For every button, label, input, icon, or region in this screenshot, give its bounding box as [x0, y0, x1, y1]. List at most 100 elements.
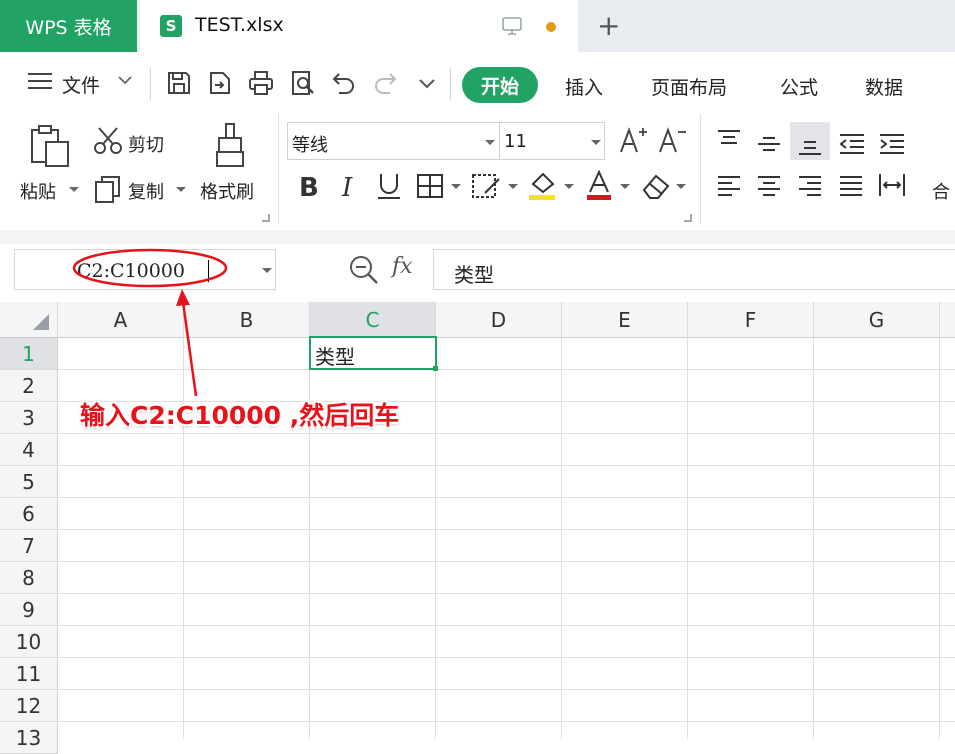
decrease-indent-icon[interactable]	[838, 132, 866, 156]
name-box[interactable]: C2:C10000	[14, 249, 276, 290]
tab-insert[interactable]: 插入	[565, 73, 603, 100]
align-center-icon[interactable]	[756, 174, 782, 198]
row-header-10[interactable]: 10	[0, 626, 58, 658]
insert-function-button[interactable]: fx	[392, 254, 413, 279]
file-menu[interactable]: 文件	[62, 71, 100, 98]
column-header-e[interactable]: E	[562, 302, 688, 338]
column-header-c[interactable]: C	[310, 302, 436, 338]
increase-indent-icon[interactable]	[878, 132, 906, 156]
active-cell-c1[interactable]: 类型	[309, 336, 437, 370]
bold-icon[interactable]: B	[297, 172, 321, 200]
app-tab[interactable]: WPS 表格	[0, 0, 137, 52]
tab-formulas[interactable]: 公式	[780, 73, 818, 100]
hamburger-icon[interactable]	[28, 72, 52, 90]
align-middle-icon[interactable]	[756, 134, 782, 158]
italic-icon[interactable]: I	[340, 172, 360, 200]
merge-button[interactable]: 合	[932, 178, 950, 204]
row-header-8[interactable]: 8	[0, 562, 58, 594]
svg-text:I: I	[341, 173, 353, 200]
customize-dropdown-icon[interactable]	[418, 78, 436, 90]
column-header-g[interactable]: G	[814, 302, 940, 338]
chevron-down-icon[interactable]	[117, 74, 133, 86]
font-name-dropdown-icon[interactable]	[485, 140, 495, 145]
redo-icon[interactable]	[372, 70, 398, 96]
clear-format-dropdown-icon[interactable]	[676, 184, 686, 189]
align-top-icon[interactable]	[716, 128, 742, 152]
column-header-h[interactable]	[940, 302, 955, 338]
row-header-9[interactable]: 9	[0, 594, 58, 626]
gridline	[58, 561, 955, 562]
column-header-d[interactable]: D	[436, 302, 562, 338]
paste-icon[interactable]	[28, 124, 72, 168]
font-size-dropdown-icon[interactable]	[591, 140, 601, 145]
column-header-b[interactable]: B	[184, 302, 310, 338]
fill-handle[interactable]	[433, 366, 438, 371]
row-header-12[interactable]: 12	[0, 690, 58, 722]
copy-icon[interactable]	[93, 174, 123, 204]
font-size-select[interactable]: 11	[499, 122, 605, 160]
row-header-7[interactable]: 7	[0, 530, 58, 562]
row-header-5[interactable]: 5	[0, 466, 58, 498]
undo-icon[interactable]	[331, 70, 357, 96]
select-all-corner[interactable]	[0, 302, 58, 338]
document-tab[interactable]: S TEST.xlsx	[140, 0, 578, 52]
formula-input[interactable]: 类型	[433, 249, 955, 290]
gridline	[687, 338, 688, 739]
dialog-launcher-icon[interactable]	[684, 214, 692, 222]
dialog-launcher-icon[interactable]	[262, 214, 270, 222]
name-box-input[interactable]: C2:C10000	[77, 260, 185, 282]
distribute-icon[interactable]	[878, 172, 906, 198]
gridline	[58, 529, 955, 530]
row-header-1[interactable]: 1	[0, 338, 58, 370]
format-painter-button[interactable]: 格式刷	[200, 178, 254, 204]
cut-button[interactable]: 剪切	[128, 131, 164, 157]
underline-icon[interactable]	[376, 172, 402, 200]
font-color-dropdown-icon[interactable]	[620, 184, 630, 189]
tab-home[interactable]: 开始	[462, 67, 538, 103]
gridline	[58, 657, 955, 658]
tab-data[interactable]: 数据	[865, 73, 903, 100]
font-color-icon[interactable]	[586, 170, 614, 202]
copy-button[interactable]: 复制	[128, 178, 164, 204]
copy-dropdown-icon[interactable]	[176, 187, 186, 192]
column-header-f[interactable]: F	[688, 302, 814, 338]
paste-dropdown-icon[interactable]	[69, 187, 79, 192]
zoom-search-icon[interactable]	[348, 254, 380, 286]
divider	[278, 114, 279, 224]
align-right-icon[interactable]	[797, 174, 823, 198]
monitor-icon[interactable]	[502, 17, 522, 35]
cell-style-icon[interactable]	[471, 173, 503, 201]
row-header-6[interactable]: 6	[0, 498, 58, 530]
row-header-4[interactable]: 4	[0, 434, 58, 466]
fill-color-icon[interactable]	[527, 170, 559, 202]
font-name-select[interactable]: 等线	[287, 122, 499, 160]
fill-color-dropdown-icon[interactable]	[564, 184, 574, 189]
document-title: TEST.xlsx	[195, 14, 284, 36]
gridline	[58, 625, 955, 626]
decrease-font-icon[interactable]	[657, 126, 687, 156]
save-icon[interactable]	[166, 70, 192, 96]
align-bottom-icon[interactable]	[797, 134, 823, 158]
new-tab-button[interactable]: +	[597, 12, 620, 40]
row-header-13[interactable]: 13	[0, 722, 58, 754]
export-icon[interactable]	[207, 70, 233, 96]
align-left-icon[interactable]	[716, 174, 742, 198]
print-icon[interactable]	[248, 70, 274, 96]
select-all-icon	[33, 314, 49, 330]
increase-font-icon[interactable]	[618, 126, 648, 156]
borders-icon[interactable]	[416, 173, 444, 199]
borders-dropdown-icon[interactable]	[451, 184, 461, 189]
cell-style-dropdown-icon[interactable]	[508, 184, 518, 189]
cut-icon[interactable]	[93, 126, 123, 156]
name-box-dropdown-icon[interactable]	[262, 268, 272, 273]
format-painter-icon[interactable]	[213, 122, 249, 168]
tab-page-layout[interactable]: 页面布局	[651, 73, 727, 100]
clear-format-icon[interactable]	[640, 172, 672, 200]
row-header-3[interactable]: 3	[0, 402, 58, 434]
row-header-11[interactable]: 11	[0, 658, 58, 690]
print-preview-icon[interactable]	[290, 70, 316, 96]
row-header-2[interactable]: 2	[0, 370, 58, 402]
justify-icon[interactable]	[838, 174, 864, 198]
paste-button[interactable]: 粘贴	[20, 178, 56, 204]
column-header-a[interactable]: A	[58, 302, 184, 338]
